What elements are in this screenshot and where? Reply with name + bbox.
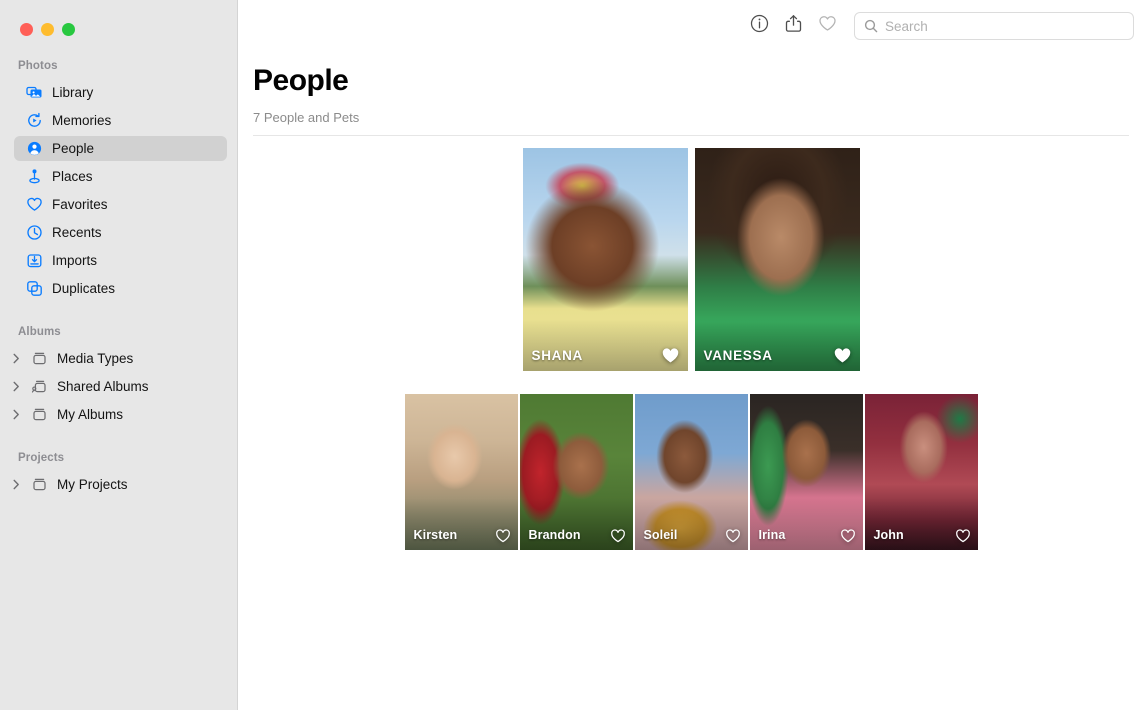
import-icon (26, 252, 43, 269)
sidebar-item-media-types[interactable]: Media Types (14, 346, 227, 371)
main-content: Search People 7 People and Pets SHANA (238, 0, 1144, 710)
sidebar-section-projects: Projects My Projects (0, 452, 237, 497)
person-name: Kirsten (414, 528, 458, 542)
info-icon (750, 14, 769, 38)
share-button[interactable] (776, 10, 810, 42)
favorite-heart-icon[interactable] (840, 528, 856, 544)
library-icon (26, 84, 43, 101)
person-name: Soleil (644, 528, 678, 542)
person-name: Irina (759, 528, 786, 542)
favorite-heart-icon[interactable] (495, 528, 511, 544)
sidebar-item-label: People (52, 141, 94, 156)
sidebar-section-label: Photos (0, 60, 237, 72)
sidebar: Photos Library (0, 0, 238, 710)
page-header: People 7 People and Pets (238, 52, 1144, 125)
sidebar-section-label: Projects (0, 452, 237, 464)
people-icon (26, 140, 43, 157)
share-icon (784, 14, 803, 38)
page-title: People (253, 64, 1144, 97)
person-tile[interactable]: Soleil (635, 394, 748, 550)
favorite-heart-icon[interactable] (833, 346, 852, 365)
people-grid: SHANA VANESSA (238, 148, 1144, 550)
sidebar-item-label: Library (52, 85, 93, 100)
sidebar-item-label: Imports (52, 253, 97, 268)
sidebar-item-shared-albums[interactable]: Shared Albums (14, 374, 227, 399)
sidebar-item-recents[interactable]: Recents (14, 220, 227, 245)
people-row-large: SHANA VANESSA (238, 148, 1144, 371)
chevron-right-icon[interactable] (11, 479, 22, 490)
places-pin-icon (26, 168, 43, 185)
person-tile[interactable]: SHANA (523, 148, 688, 371)
sidebar-item-my-albums[interactable]: My Albums (14, 402, 227, 427)
header-divider (253, 135, 1129, 136)
chevron-right-icon[interactable] (11, 381, 22, 392)
sidebar-item-label: Duplicates (52, 281, 115, 296)
page-subtitle: 7 People and Pets (253, 110, 1144, 125)
heart-icon (26, 196, 43, 213)
sidebar-item-people[interactable]: People (14, 136, 227, 161)
sidebar-item-label: Memories (52, 113, 111, 128)
search-icon (864, 19, 878, 33)
clock-icon (26, 224, 43, 241)
heart-icon (818, 14, 837, 38)
favorite-button[interactable] (810, 10, 844, 42)
sidebar-section-albums: Albums Media Types (0, 326, 237, 427)
sidebar-item-imports[interactable]: Imports (14, 248, 227, 273)
sidebar-item-label: My Projects (57, 477, 128, 492)
info-button[interactable] (742, 10, 776, 42)
album-icon (31, 350, 48, 367)
shared-album-icon (31, 378, 48, 395)
sidebar-item-label: Shared Albums (57, 379, 149, 394)
favorite-heart-icon[interactable] (955, 528, 971, 544)
duplicates-icon (26, 280, 43, 297)
sidebar-item-label: Favorites (52, 197, 108, 212)
sidebar-item-duplicates[interactable]: Duplicates (14, 276, 227, 301)
people-row-small: Kirsten Brandon Soleil (238, 394, 1144, 550)
chevron-right-icon[interactable] (11, 409, 22, 420)
favorite-heart-icon[interactable] (661, 346, 680, 365)
favorite-heart-icon[interactable] (725, 528, 741, 544)
sidebar-item-library[interactable]: Library (14, 80, 227, 105)
album-icon (31, 476, 48, 493)
person-tile[interactable]: Brandon (520, 394, 633, 550)
sidebar-item-label: Places (52, 169, 93, 184)
person-name: SHANA (532, 348, 584, 363)
person-tile[interactable]: John (865, 394, 978, 550)
person-tile[interactable]: Kirsten (405, 394, 518, 550)
album-icon (31, 406, 48, 423)
person-name: John (874, 528, 904, 542)
toolbar: Search (238, 0, 1144, 52)
sidebar-section-photos: Photos Library (0, 60, 237, 301)
memories-icon (26, 112, 43, 129)
search-placeholder: Search (885, 19, 928, 34)
favorite-heart-icon[interactable] (610, 528, 626, 544)
sidebar-item-label: My Albums (57, 407, 123, 422)
photos-window: Photos Library (0, 0, 1144, 710)
chevron-right-icon[interactable] (11, 353, 22, 364)
person-name: Brandon (529, 528, 581, 542)
minimize-button[interactable] (41, 23, 54, 36)
zoom-button[interactable] (62, 23, 75, 36)
sidebar-section-label: Albums (0, 326, 237, 338)
close-button[interactable] (20, 23, 33, 36)
person-tile[interactable]: Irina (750, 394, 863, 550)
sidebar-item-favorites[interactable]: Favorites (14, 192, 227, 217)
person-name: VANESSA (704, 348, 773, 363)
sidebar-item-label: Media Types (57, 351, 133, 366)
sidebar-item-places[interactable]: Places (14, 164, 227, 189)
person-tile[interactable]: VANESSA (695, 148, 860, 371)
search-input[interactable]: Search (854, 12, 1134, 40)
sidebar-item-memories[interactable]: Memories (14, 108, 227, 133)
sidebar-item-label: Recents (52, 225, 102, 240)
sidebar-item-my-projects[interactable]: My Projects (14, 472, 227, 497)
window-controls (20, 23, 75, 36)
